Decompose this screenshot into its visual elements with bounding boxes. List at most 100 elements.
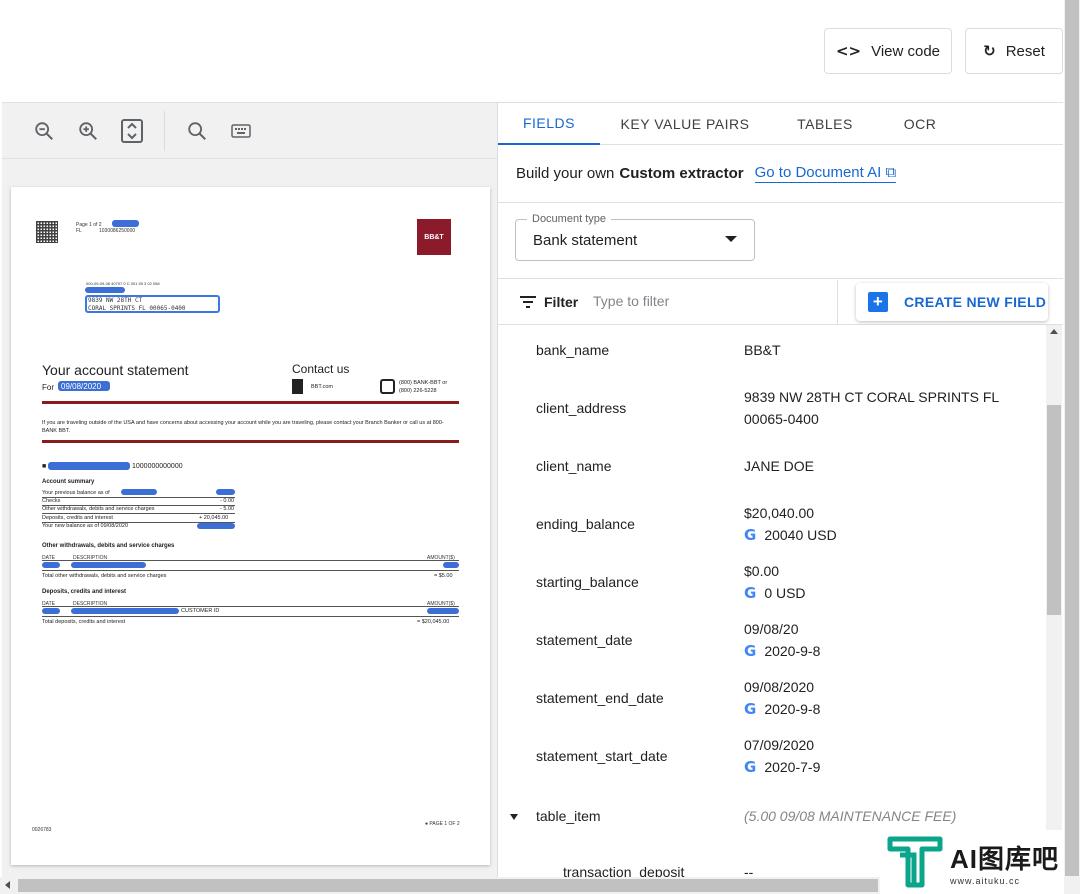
search-icon[interactable]: [175, 111, 219, 151]
doc-total-withdrawals-amount: = $5.00: [434, 573, 453, 579]
expand-caret-icon[interactable]: [510, 814, 518, 820]
code-icon: <>: [835, 42, 862, 60]
reset-button[interactable]: ↻ Reset: [965, 28, 1063, 74]
field-row[interactable]: statement_end_date 09/08/2020 G 2020-9-8: [498, 667, 1048, 725]
doc-total-withdrawals: Total other withdrawals, debits and serv…: [42, 573, 167, 579]
normalized-value: 2020-9-8: [764, 643, 821, 659]
view-code-button[interactable]: <> View code: [824, 28, 952, 74]
doc-heading: Your account statement: [42, 362, 189, 378]
highlight[interactable]: [42, 562, 60, 568]
field-row[interactable]: starting_balance $0.00 G 0 USD: [498, 551, 1048, 609]
field-name: statement_start_date: [536, 748, 668, 764]
field-value-line: $20,040.00: [744, 505, 815, 521]
highlight[interactable]: [427, 608, 459, 614]
field-row[interactable]: client_address 9839 NW 28TH CT CORAL SPR…: [498, 377, 1048, 441]
create-new-field-label: CREATE NEW FIELD: [904, 294, 1047, 310]
summary-row-label: Your previous balance as of: [42, 490, 110, 496]
page-scroll-thumb[interactable]: [1065, 0, 1079, 876]
doc-contact: Contact us: [292, 362, 350, 376]
filter-label[interactable]: Filter: [520, 294, 578, 310]
field-row[interactable]: client_name JANE DOE: [498, 441, 1048, 493]
reset-label: Reset: [1005, 42, 1045, 60]
fit-page-icon[interactable]: [110, 111, 154, 151]
field-name: starting_balance: [536, 574, 639, 590]
highlight[interactable]: [216, 489, 235, 495]
zoom-out-icon[interactable]: [22, 111, 66, 151]
field-value: $0.00 G 0 USD: [744, 560, 806, 604]
fields-scrollbar[interactable]: [1046, 325, 1062, 877]
summary-row-amount: + 20,045.00: [199, 515, 229, 521]
watermark-logo-icon: [887, 836, 943, 888]
top-bar: <> View code ↻ Reset: [0, 0, 1064, 102]
tab-tables[interactable]: TABLES: [770, 103, 880, 145]
field-row[interactable]: ending_balance $20,040.00 G 20040 USD: [498, 493, 1048, 551]
document-ai-link-label: Go to Document AI: [754, 164, 882, 181]
scroll-thumb[interactable]: [1047, 405, 1061, 615]
keyboard-icon[interactable]: [219, 111, 263, 151]
doc-notice: If you are traveling outside of the USA …: [42, 420, 444, 434]
document-type-value: Bank statement: [533, 231, 638, 249]
highlight[interactable]: [71, 562, 146, 568]
dropdown-caret-icon[interactable]: [725, 236, 737, 242]
zoom-in-icon[interactable]: [66, 111, 110, 151]
plus-icon: +: [868, 292, 888, 312]
field-row[interactable]: statement_date 09/08/20 G 2020-9-8: [498, 609, 1048, 667]
field-name: client_address: [536, 400, 627, 416]
page-scrollbar[interactable]: [1064, 0, 1080, 894]
doc-fl: FL: [76, 228, 82, 234]
field-value: 9839 NW 28TH CT CORAL SPRINTS FL 00065-0…: [744, 386, 999, 430]
field-row[interactable]: bank_name BB&T: [498, 325, 1048, 377]
field-name: transaction_deposit: [563, 864, 685, 878]
highlight[interactable]: [42, 608, 60, 614]
field-value: (5.00 09/08 MAINTENANCE FEE): [744, 808, 957, 824]
doc-for-date: 09/08/2020: [61, 382, 102, 391]
tab-bar: FIELDS KEY VALUE PAIRS TABLES OCR: [498, 103, 1063, 145]
results-panel: FIELDS KEY VALUE PAIRS TABLES OCR Build …: [498, 102, 1063, 878]
highlight[interactable]: [121, 489, 157, 495]
field-name: table_item: [536, 808, 601, 824]
highlight[interactable]: [48, 462, 130, 470]
document-ai-link[interactable]: Go to Document AI ⧉: [754, 164, 897, 183]
field-value: JANE DOE: [744, 458, 815, 474]
doc-footer-code: 0026783: [32, 827, 52, 833]
field-value: 09/08/2020 G 2020-9-8: [744, 676, 820, 720]
field-value-line: 09/08/20: [744, 621, 799, 637]
bank-logo: BB&T: [417, 219, 451, 255]
doc-bbt-site: BBT.com: [311, 384, 334, 390]
watermark-url: www.aituku.cc: [950, 875, 1021, 886]
scroll-left-icon[interactable]: [5, 881, 10, 889]
field-name: client_name: [536, 458, 612, 474]
highlight[interactable]: [443, 562, 459, 568]
fields-list: bank_name BB&T client_address 9839 NW 28…: [498, 325, 1048, 878]
highlight[interactable]: [112, 220, 139, 227]
tab-key-value-pairs[interactable]: KEY VALUE PAIRS: [600, 103, 770, 145]
tab-fields[interactable]: FIELDS: [498, 103, 600, 145]
custom-prefix: Build your own: [516, 165, 615, 182]
filter-input[interactable]: [593, 293, 793, 309]
tab-ocr[interactable]: OCR: [880, 103, 960, 145]
highlight[interactable]: [85, 287, 125, 293]
doc-account-summary: Account summary: [42, 479, 95, 485]
horizontal-scroll-thumb[interactable]: [18, 879, 878, 892]
field-name: statement_date: [536, 632, 633, 648]
custom-extractor-banner: Build your own Custom extractor Go to Do…: [498, 145, 1063, 203]
highlight[interactable]: [71, 608, 179, 614]
doc-total-deposits-amount: = $20,045.00: [417, 619, 450, 625]
filter-icon: [520, 296, 536, 308]
field-row[interactable]: statement_start_date 07/09/2020 G 2020-7-…: [498, 725, 1048, 783]
watermark-title: AI图库吧: [950, 843, 1060, 874]
create-new-field-button[interactable]: + CREATE NEW FIELD: [856, 283, 1048, 321]
document-type-legend: Document type: [527, 213, 611, 225]
highlight[interactable]: [197, 523, 235, 529]
summary-row-label: Deposits, credits and interest: [42, 515, 113, 521]
viewer-toolbar: [2, 103, 497, 159]
document-type-select[interactable]: Bank statement: [515, 219, 755, 261]
normalized-value: 0 USD: [764, 585, 806, 601]
doc-other-withdrawals: Other withdrawals, debits and service ch…: [42, 543, 175, 549]
summary-row-amount: - 0.00: [220, 498, 235, 504]
field-value: --: [744, 864, 754, 878]
open-external-icon: ⧉: [885, 164, 897, 181]
scroll-up-icon[interactable]: [1050, 329, 1058, 334]
doc-customer-id: CUSTOMER ID: [181, 608, 220, 614]
normalized-value: 20040 USD: [764, 527, 837, 543]
